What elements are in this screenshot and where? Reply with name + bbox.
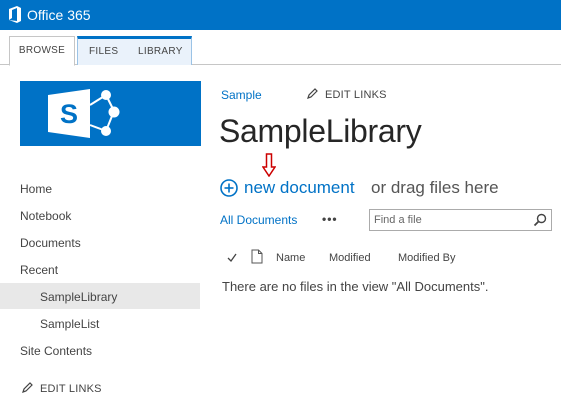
view-all-documents[interactable]: All Documents [220,213,297,227]
more-views-button[interactable]: ••• [322,212,338,226]
page-title: SampleLibrary [219,113,422,149]
pencil-icon [22,382,33,393]
site-logo[interactable]: S [20,81,201,146]
select-all-checkmark-icon[interactable] [226,252,238,264]
column-header-modified[interactable]: Modified [329,252,371,264]
suite-brand[interactable]: Office 365 [27,6,91,24]
nav-item-recent[interactable]: Recent [20,262,58,278]
nav-edit-links-label: EDIT LINKS [40,383,102,395]
nav-item-home[interactable]: Home [20,181,52,197]
nav-edit-links[interactable]: EDIT LINKS [22,382,102,395]
header-edit-links[interactable]: EDIT LINKS [307,88,387,101]
document-type-icon [251,249,263,264]
add-circle-icon[interactable] [220,179,238,197]
tab-files[interactable]: FILES [89,38,118,65]
new-document-link[interactable]: new document [244,177,355,199]
red-arrow-annotation-icon [262,153,276,177]
nav-item-samplelist[interactable]: SampleList [40,316,99,332]
tab-browse[interactable]: BROWSE [9,36,75,66]
nav-item-samplelibrary[interactable]: SampleLibrary [40,289,117,305]
breadcrumb-site[interactable]: Sample [221,88,262,102]
tab-library[interactable]: LIBRARY [138,38,183,65]
nav-item-documents[interactable]: Documents [20,235,81,251]
empty-view-message: There are no files in the view "All Docu… [222,279,489,294]
nav-item-notebook[interactable]: Notebook [20,208,71,224]
column-header-modified-by[interactable]: Modified By [398,252,455,264]
search-icon[interactable] [533,213,547,227]
header-edit-links-label: EDIT LINKS [325,89,387,101]
office-logo-icon [9,6,21,23]
sharepoint-logo-icon: S [48,89,120,138]
drag-files-text: or drag files here [371,178,499,197]
svg-text:S: S [60,99,78,129]
suite-bar: Office 365 [0,0,561,30]
ribbon: BROWSE FILES LIBRARY [0,30,561,66]
nav-item-site-contents[interactable]: Site Contents [20,343,92,359]
search-input[interactable] [374,212,524,228]
column-header-name[interactable]: Name [276,252,305,264]
pencil-icon [307,88,318,99]
find-file-search[interactable] [369,209,552,231]
